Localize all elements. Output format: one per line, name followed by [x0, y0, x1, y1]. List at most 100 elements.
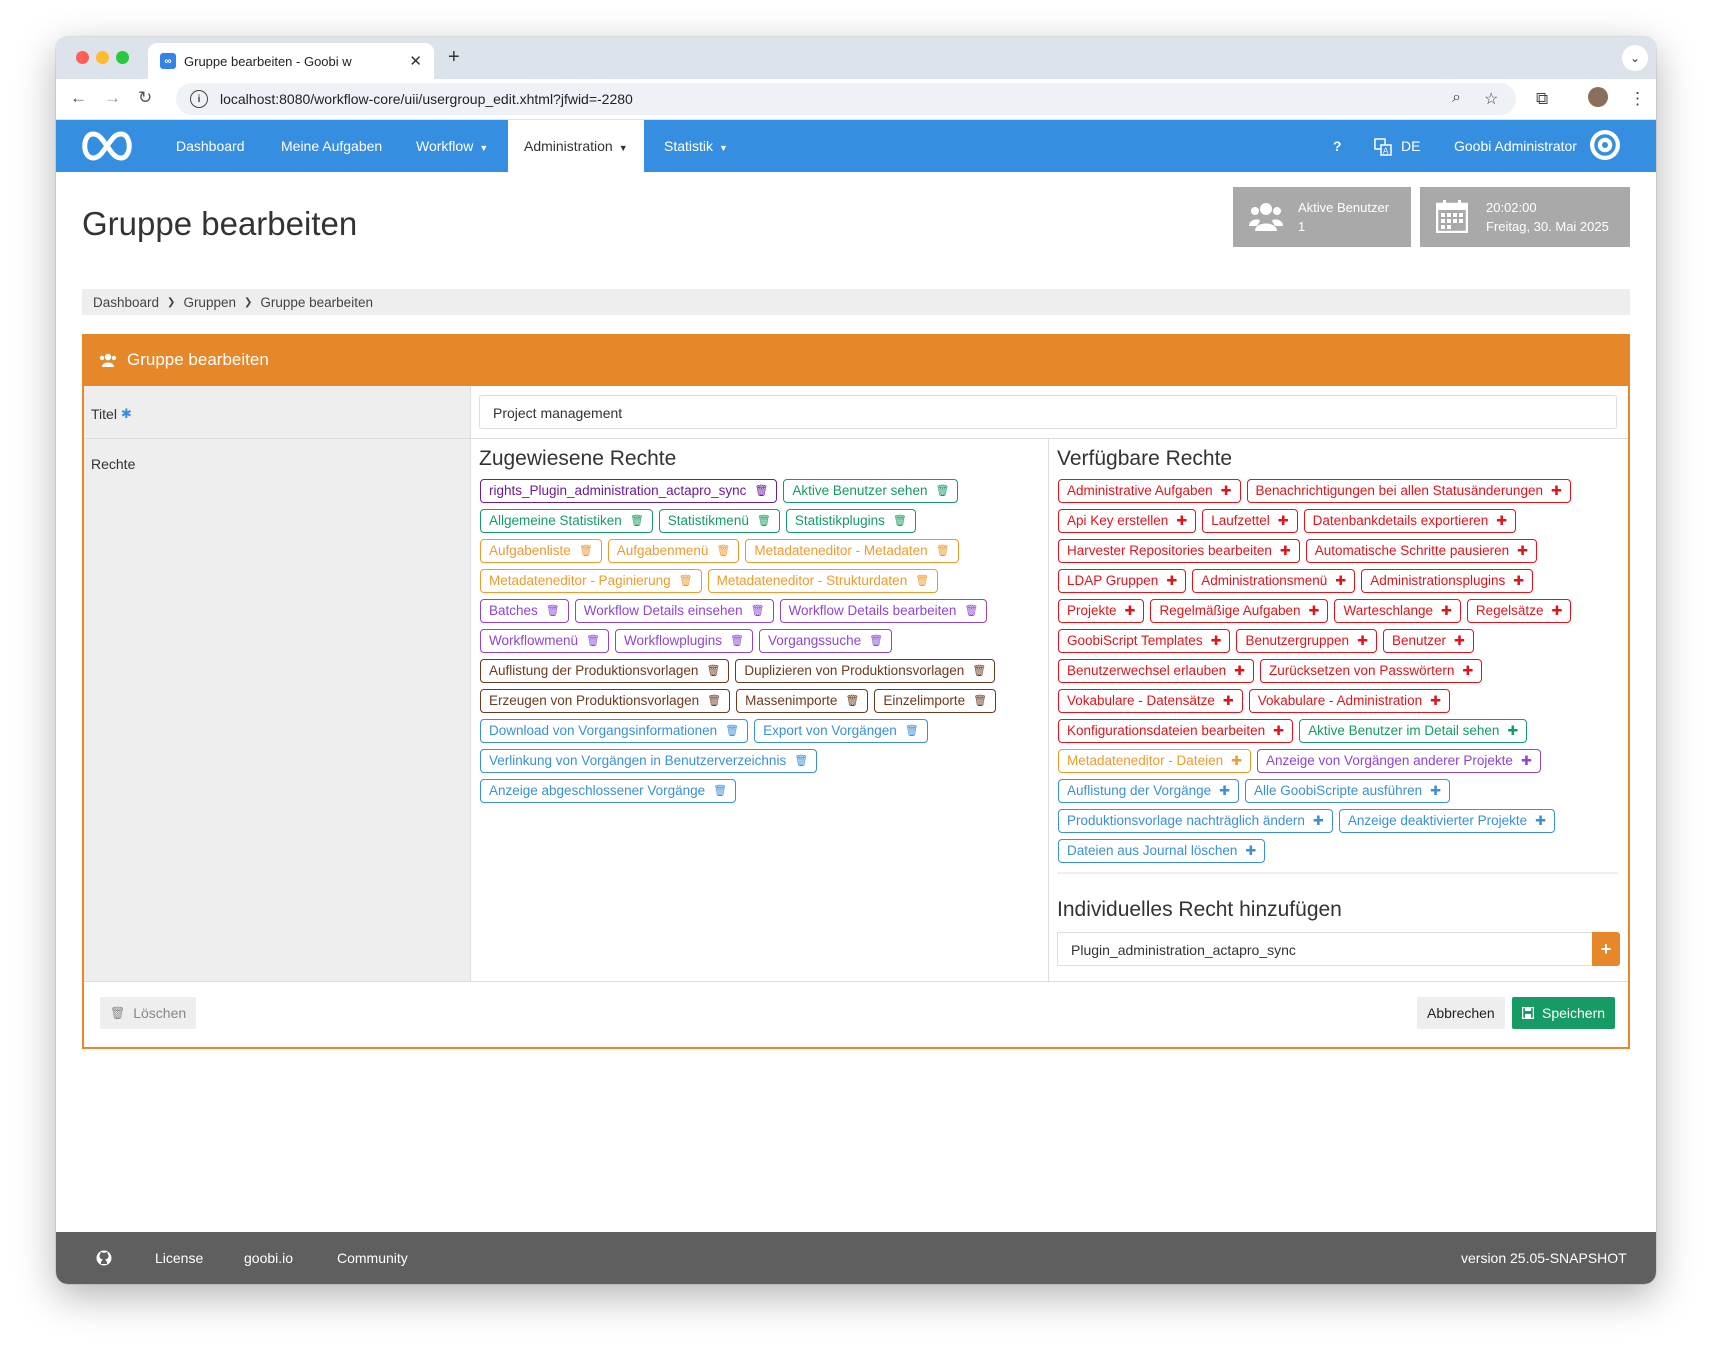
- plus-icon[interactable]: ✚: [1513, 572, 1524, 590]
- available-right-tag[interactable]: Alle GoobiScripte ausführen ✚: [1245, 779, 1451, 803]
- plus-icon[interactable]: ✚: [1535, 812, 1546, 830]
- available-right-tag[interactable]: Dateien aus Journal löschen ✚: [1058, 839, 1266, 863]
- available-right-tag[interactable]: Api Key erstellen ✚: [1058, 509, 1197, 533]
- assigned-right-tag[interactable]: Auflistung der Produktionsvorlagen 🗑: [480, 659, 730, 683]
- assigned-right-tag[interactable]: Statistikplugins 🗑: [785, 509, 916, 533]
- zoom-icon[interactable]: ⌕: [1452, 89, 1461, 107]
- trash-icon[interactable]: 🗑: [751, 602, 765, 620]
- add-individual-right-button[interactable]: +: [1592, 932, 1620, 966]
- save-button[interactable]: Speichern: [1512, 997, 1616, 1029]
- assigned-right-tag[interactable]: Metadateneditor - Paginierung 🗑: [480, 569, 702, 593]
- github-icon[interactable]: [96, 1250, 112, 1266]
- bookmark-star-icon[interactable]: ☆: [1484, 89, 1498, 109]
- trash-icon[interactable]: 🗑: [915, 572, 929, 590]
- plus-icon[interactable]: ✚: [1278, 512, 1289, 530]
- available-right-tag[interactable]: Produktionsvorlage nachträglich ändern ✚: [1058, 809, 1333, 833]
- available-right-tag[interactable]: Regelmäßige Aufgaben ✚: [1150, 599, 1329, 623]
- maximize-window-icon[interactable]: [116, 51, 129, 64]
- trash-icon[interactable]: 🗑: [869, 632, 883, 650]
- trash-icon[interactable]: 🗑: [905, 722, 919, 740]
- plus-icon[interactable]: ✚: [1176, 512, 1187, 530]
- plus-icon[interactable]: ✚: [1125, 602, 1136, 620]
- plus-icon[interactable]: ✚: [1313, 812, 1324, 830]
- profile-avatar[interactable]: [1588, 87, 1608, 107]
- available-right-tag[interactable]: Administrationsplugins ✚: [1361, 569, 1534, 593]
- trash-icon[interactable]: 🗑: [845, 692, 859, 710]
- available-right-tag[interactable]: Anzeige von Vorgängen anderer Projekte ✚: [1257, 749, 1541, 773]
- browser-menu-icon[interactable]: ⋮: [1629, 89, 1646, 109]
- trash-icon[interactable]: 🗑: [964, 602, 978, 620]
- available-right-tag[interactable]: Harvester Repositories bearbeiten ✚: [1058, 539, 1300, 563]
- plus-icon[interactable]: ✚: [1521, 752, 1532, 770]
- available-right-tag[interactable]: Aktive Benutzer im Detail sehen ✚: [1299, 719, 1528, 743]
- title-input[interactable]: Project management: [479, 395, 1617, 429]
- goobi-logo[interactable]: [78, 129, 136, 167]
- user-menu[interactable]: Goobi Administrator: [1454, 120, 1577, 172]
- delete-button[interactable]: 🗑 Löschen: [100, 997, 197, 1029]
- plus-icon[interactable]: ✚: [1551, 602, 1562, 620]
- nav-meine-aufgaben[interactable]: Meine Aufgaben: [281, 120, 382, 172]
- available-right-tag[interactable]: Datenbankdetails exportieren ✚: [1303, 509, 1517, 533]
- available-right-tag[interactable]: Metadateneditor - Dateien ✚: [1058, 749, 1251, 773]
- assigned-right-tag[interactable]: Vorgangssuche 🗑: [759, 629, 893, 653]
- assigned-right-tag[interactable]: Workflow Details einsehen 🗑: [574, 599, 774, 623]
- assigned-right-tag[interactable]: Aufgabenmenü 🗑: [607, 539, 740, 563]
- available-right-tag[interactable]: Auflistung der Vorgänge ✚: [1058, 779, 1240, 803]
- site-info-icon[interactable]: i: [190, 90, 208, 108]
- plus-icon[interactable]: ✚: [1211, 632, 1222, 650]
- assigned-right-tag[interactable]: Massenimporte 🗑: [736, 689, 869, 713]
- assigned-right-tag[interactable]: Allgemeine Statistiken 🗑: [480, 509, 653, 533]
- available-right-tag[interactable]: LDAP Gruppen ✚: [1058, 569, 1187, 593]
- trash-icon[interactable]: 🗑: [893, 512, 907, 530]
- plus-icon[interactable]: ✚: [1462, 662, 1473, 680]
- plus-icon[interactable]: ✚: [1219, 782, 1230, 800]
- assigned-right-tag[interactable]: Verlinkung von Vorgängen in Benutzerverz…: [480, 749, 818, 773]
- plus-icon[interactable]: ✚: [1335, 572, 1346, 590]
- forward-icon[interactable]: →: [104, 88, 121, 108]
- plus-icon[interactable]: ✚: [1430, 782, 1441, 800]
- assigned-right-tag[interactable]: Erzeugen von Produktionsvorlagen 🗑: [480, 689, 731, 713]
- trash-icon[interactable]: 🗑: [546, 602, 560, 620]
- trash-icon[interactable]: 🗑: [936, 542, 950, 560]
- tab-search-icon[interactable]: ⌄: [1622, 45, 1648, 71]
- footer-license-link[interactable]: License: [155, 1250, 203, 1266]
- breadcrumb-gruppen[interactable]: Gruppen: [183, 295, 236, 310]
- trash-icon[interactable]: 🗑: [630, 512, 644, 530]
- trash-icon[interactable]: 🗑: [707, 692, 721, 710]
- footer-community-link[interactable]: Community: [337, 1250, 408, 1266]
- available-right-tag[interactable]: Warteschlange ✚: [1334, 599, 1461, 623]
- available-right-tag[interactable]: Administrative Aufgaben ✚: [1058, 479, 1241, 503]
- available-right-tag[interactable]: Benachrichtigungen bei allen Statusänder…: [1246, 479, 1571, 503]
- assigned-right-tag[interactable]: rights_Plugin_administration_actapro_syn…: [480, 479, 778, 503]
- plus-icon[interactable]: ✚: [1357, 632, 1368, 650]
- plus-icon[interactable]: ✚: [1309, 602, 1320, 620]
- nav-statistik[interactable]: Statistik ▼: [664, 120, 728, 172]
- trash-icon[interactable]: 🗑: [586, 632, 600, 650]
- back-icon[interactable]: ←: [70, 88, 87, 108]
- trash-icon[interactable]: 🗑: [935, 482, 949, 500]
- minimize-window-icon[interactable]: [96, 51, 109, 64]
- assigned-right-tag[interactable]: Download von Vorgangsinformationen 🗑: [480, 719, 749, 743]
- available-right-tag[interactable]: GoobiScript Templates ✚: [1058, 629, 1231, 653]
- plus-icon[interactable]: ✚: [1166, 572, 1177, 590]
- assigned-right-tag[interactable]: Workflowplugins 🗑: [615, 629, 754, 653]
- extensions-icon[interactable]: ⧉: [1536, 89, 1548, 109]
- plus-icon[interactable]: ✚: [1280, 542, 1291, 560]
- goobi-user-logo-icon[interactable]: [1590, 130, 1620, 160]
- close-tab-icon[interactable]: ✕: [409, 52, 422, 70]
- nav-dashboard[interactable]: Dashboard: [176, 120, 245, 172]
- assigned-right-tag[interactable]: Duplizieren von Produktionsvorlagen 🗑: [735, 659, 996, 683]
- available-right-tag[interactable]: Zurücksetzen von Passwörtern ✚: [1260, 659, 1483, 683]
- assigned-right-tag[interactable]: Aktive Benutzer sehen 🗑: [783, 479, 959, 503]
- close-window-icon[interactable]: [76, 51, 89, 64]
- language-icon[interactable]: A: [1374, 120, 1392, 172]
- plus-icon[interactable]: ✚: [1223, 692, 1234, 710]
- trash-icon[interactable]: 🗑: [706, 662, 720, 680]
- available-right-tag[interactable]: Vokabulare - Datensätze ✚: [1058, 689, 1243, 713]
- nav-workflow[interactable]: Workflow ▼: [416, 120, 488, 172]
- available-right-tag[interactable]: Vokabulare - Administration ✚: [1248, 689, 1450, 713]
- trash-icon[interactable]: 🗑: [730, 632, 744, 650]
- breadcrumb-dashboard[interactable]: Dashboard: [93, 295, 159, 310]
- trash-icon[interactable]: 🗑: [679, 572, 693, 590]
- individual-right-input[interactable]: Plugin_administration_actapro_sync: [1057, 932, 1592, 966]
